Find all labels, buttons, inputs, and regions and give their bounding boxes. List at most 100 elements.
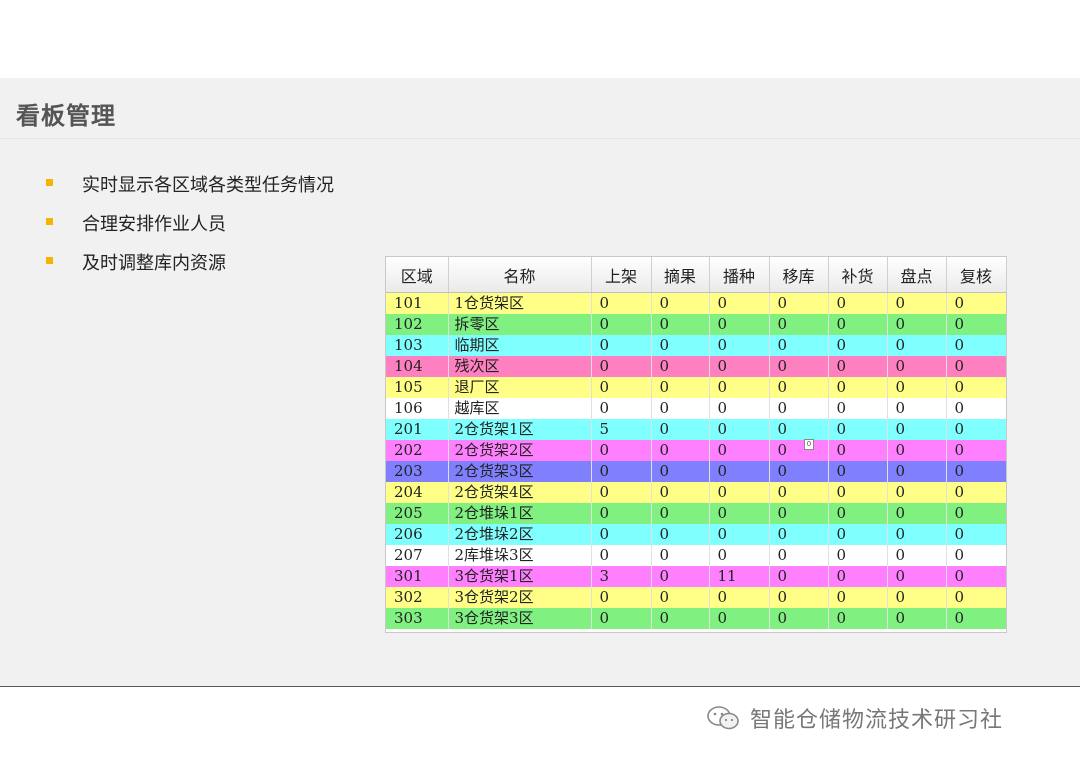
cell-count: 0 bbox=[887, 419, 947, 440]
cell-count: 0 bbox=[651, 398, 710, 419]
cell-name: 3仓货架3区 bbox=[448, 608, 592, 629]
bullet-marker bbox=[46, 179, 53, 186]
column-header-stocktake[interactable]: 盘点 bbox=[887, 257, 947, 293]
column-header-replenish[interactable]: 补货 bbox=[828, 257, 888, 293]
table-row[interactable]: 102 拆零区 0 0 0 0 0 0 0 bbox=[386, 314, 1006, 335]
cell-count: 0 bbox=[887, 482, 947, 503]
cell-count: 0 bbox=[769, 587, 829, 608]
column-header-putaway[interactable]: 上架 bbox=[591, 257, 652, 293]
cell-count: 0 bbox=[591, 292, 652, 314]
cell-count: 0 bbox=[828, 292, 888, 314]
table-row[interactable]: 201 2仓货架1区 5 0 0 0 0 0 0 bbox=[386, 419, 1006, 440]
cell-zone: 101 bbox=[386, 292, 449, 314]
cell-name: 2库堆垛3区 bbox=[448, 545, 592, 566]
kanban-grid[interactable]: 区域 名称 上架 摘果 播种 移库 补货 盘点 复核 101 1仓货架区 0 0 0 0 0… bbox=[385, 256, 1007, 633]
cell-count: 0 bbox=[591, 524, 652, 545]
table-row[interactable]: 206 2仓堆垛2区 0 0 0 0 0 0 0 bbox=[386, 524, 1006, 545]
cell-count: 0 bbox=[954, 483, 965, 501]
cell-count: 0 bbox=[709, 608, 770, 629]
cell-zone: 202 bbox=[386, 440, 449, 461]
cell-zone: 105 bbox=[386, 377, 449, 398]
cell-count: 0 bbox=[591, 503, 652, 524]
cell-count: 0 bbox=[828, 335, 888, 356]
cell-count: 0 bbox=[887, 545, 947, 566]
wechat-icon bbox=[707, 706, 739, 730]
cell-name: 临期区 bbox=[448, 335, 592, 356]
cell-name: 越库区 bbox=[448, 398, 592, 419]
cell-count: 0 bbox=[828, 440, 888, 461]
column-header-picking[interactable]: 摘果 bbox=[651, 257, 710, 293]
cell-count: 0 bbox=[709, 377, 770, 398]
cell-zone: 106 bbox=[386, 398, 449, 419]
cell-count: 0 bbox=[591, 608, 652, 629]
cell-zone: 103 bbox=[386, 335, 449, 356]
column-header-sowing[interactable]: 播种 bbox=[709, 257, 770, 293]
table-row[interactable]: 205 2仓堆垛1区 0 0 0 0 0 0 0 bbox=[386, 503, 1006, 524]
cell-name: 2仓堆垛2区 bbox=[448, 524, 592, 545]
footer-brand: 智能仓储物流技术研习社 bbox=[706, 704, 1004, 733]
cell-count: 0 bbox=[887, 524, 947, 545]
cell-count: 0 bbox=[954, 462, 965, 480]
column-header-recheck[interactable]: 复核 bbox=[946, 257, 1007, 293]
cell-count: 0 bbox=[651, 545, 710, 566]
cell-count: 0 bbox=[591, 461, 652, 482]
table-row[interactable]: 302 3仓货架2区 0 0 0 0 0 0 0 bbox=[386, 587, 1006, 608]
table-row[interactable]: 202 2仓货架2区 0 0 0 0 0 0 0 bbox=[386, 440, 1006, 461]
cell-count: 0 bbox=[828, 482, 888, 503]
cell-count: 0 bbox=[769, 524, 829, 545]
cell-count: 3 bbox=[591, 566, 652, 587]
table-row[interactable]: 207 2库堆垛3区 0 0 0 0 0 0 0 bbox=[386, 545, 1006, 566]
cell-count: 0 bbox=[769, 377, 829, 398]
cell-count: 0 bbox=[769, 482, 829, 503]
cell-zone: 205 bbox=[386, 503, 449, 524]
table-row[interactable]: 105 退厂区 0 0 0 0 0 0 0 bbox=[386, 377, 1006, 398]
cell-count: 0 bbox=[651, 608, 710, 629]
table-row[interactable]: 101 1仓货架区 0 0 0 0 0 0 0 bbox=[386, 292, 1006, 314]
cell-count: 0 bbox=[887, 503, 947, 524]
table-row[interactable]: 203 2仓货架3区 0 0 0 0 0 0 0 bbox=[386, 461, 1006, 482]
table-row[interactable]: 106 越库区 0 0 0 0 0 0 0 bbox=[386, 398, 1006, 419]
brand-name: 智能仓储物流技术研习社 bbox=[750, 708, 1004, 733]
cell-count: 0 bbox=[887, 398, 947, 419]
cell-count: 0 bbox=[828, 608, 888, 629]
bullet-list: 实时显示各区域各类型任务情况 合理安排作业人员 及时调整库内资源 bbox=[44, 174, 334, 291]
cell-count: 0 bbox=[709, 461, 770, 482]
column-header-zone[interactable]: 区域 bbox=[386, 257, 449, 293]
table-row[interactable]: 301 3仓货架1区 3 0 11 0 0 0 0 bbox=[386, 566, 1006, 587]
table-row[interactable]: 204 2仓货架4区 0 0 0 0 0 0 0 bbox=[386, 482, 1006, 503]
cell-count: 0 bbox=[828, 524, 888, 545]
table-row[interactable]: 103 临期区 0 0 0 0 0 0 0 bbox=[386, 335, 1006, 356]
cell-count: 0 bbox=[591, 356, 652, 377]
cell-count: 0 bbox=[651, 419, 710, 440]
column-header-name[interactable]: 名称 bbox=[448, 257, 592, 293]
bullet-text: 及时调整库内资源 bbox=[82, 253, 226, 274]
table-row[interactable]: 104 残次区 0 0 0 0 0 0 0 bbox=[386, 356, 1006, 377]
column-header-transfer[interactable]: 移库 bbox=[769, 257, 829, 293]
cell-count: 0 bbox=[769, 419, 829, 440]
cell-count: 0 bbox=[887, 608, 947, 629]
cell-count: 0 bbox=[828, 356, 888, 377]
cell-name: 拆零区 bbox=[448, 314, 592, 335]
cell-count: 0 bbox=[887, 377, 947, 398]
cell-count: 0 bbox=[709, 314, 770, 335]
cell-count: 0 bbox=[769, 292, 829, 314]
cell-count: 0 bbox=[709, 335, 770, 356]
slide-title: 看板管理 bbox=[16, 102, 116, 130]
cell-count: 0 bbox=[651, 440, 710, 461]
bullet-item: 合理安排作业人员 bbox=[44, 213, 334, 252]
cell-count: 0 bbox=[828, 461, 888, 482]
cell-count: 0 bbox=[651, 335, 710, 356]
cell-count: 0 bbox=[709, 292, 770, 314]
cell-name: 2仓货架2区 bbox=[448, 440, 592, 461]
cell-zone: 104 bbox=[386, 356, 449, 377]
cell-count: 0 bbox=[954, 378, 965, 396]
cell-count: 11 bbox=[709, 566, 770, 587]
cell-count: 0 bbox=[709, 545, 770, 566]
cell-zone: 301 bbox=[386, 566, 449, 587]
cell-count: 0 bbox=[651, 482, 710, 503]
cell-count: 0 bbox=[954, 441, 965, 459]
table-row[interactable]: 303 3仓货架3区 0 0 0 0 0 0 0 bbox=[386, 608, 1006, 629]
cell-count: 0 bbox=[954, 294, 965, 312]
cell-count: 0 bbox=[828, 314, 888, 335]
cell-count: 0 bbox=[709, 524, 770, 545]
